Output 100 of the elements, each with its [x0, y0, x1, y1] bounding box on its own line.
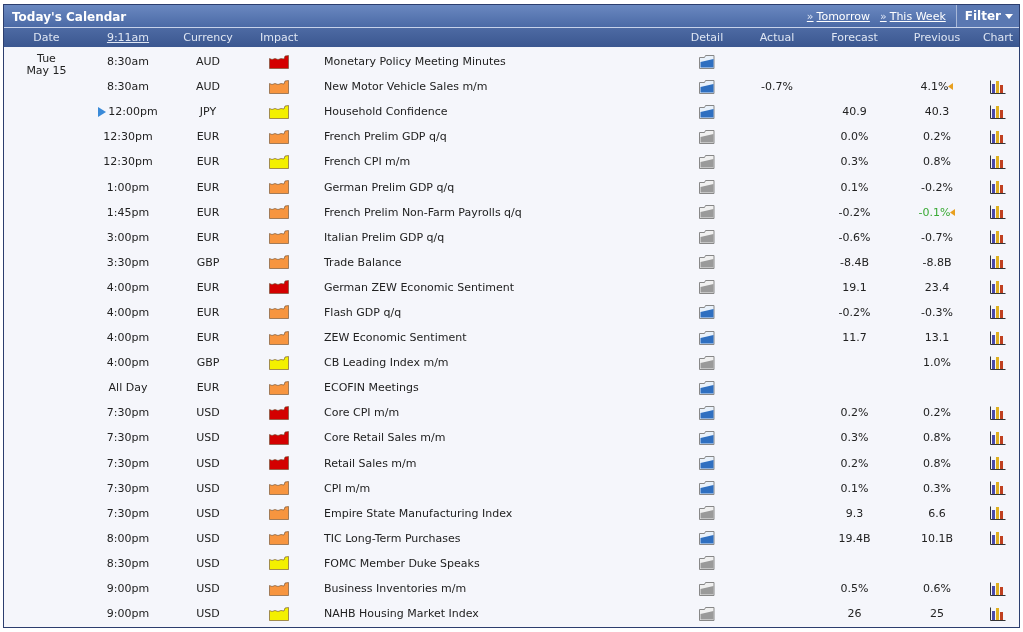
window-title: Today's Calendar	[11, 9, 128, 26]
currency-cell-text: USD	[195, 431, 221, 445]
event-cell-text: FOMC Member Duke Speaks	[323, 556, 481, 570]
column-header: Forecast	[830, 31, 879, 44]
folder-icon[interactable]	[699, 355, 715, 370]
time-link[interactable]: 9:11am	[106, 31, 150, 44]
event-cell-text: ECOFIN Meetings	[323, 381, 420, 395]
bar-chart-icon[interactable]	[990, 581, 1006, 596]
time-cell: 7:30pm	[106, 456, 150, 470]
event-cell-text: Retail Sales m/m	[323, 456, 418, 470]
time-cell: 12:30pm	[103, 130, 153, 144]
forecast-cell-text: 0.1%	[839, 180, 870, 194]
previous-cell: 0.3%	[923, 481, 951, 495]
folder-icon[interactable]	[699, 280, 715, 295]
folder-icon[interactable]	[699, 606, 715, 621]
forecast-cell-text: 0.5%	[839, 582, 870, 595]
impact-icon	[269, 280, 289, 295]
previous-cell: -0.7%	[921, 230, 953, 244]
event-cell-text: ZEW Economic Sentiment	[323, 331, 468, 345]
bar-chart-icon[interactable]	[990, 481, 1006, 496]
forecast-cell-text: 19.4B	[837, 531, 872, 545]
event-cell-text: Flash GDP q/q	[323, 306, 403, 319]
folder-icon[interactable]	[699, 180, 715, 194]
bar-chart-icon[interactable]	[990, 180, 1006, 194]
folder-icon[interactable]	[699, 330, 715, 345]
forecast-cell-text: 0.2%	[839, 456, 870, 470]
nav-link[interactable]: » This Week	[879, 9, 946, 23]
folder-icon[interactable]	[699, 230, 715, 245]
currency-cell-text: GBP	[195, 255, 221, 269]
folder-icon[interactable]	[699, 305, 715, 320]
folder-icon[interactable]	[699, 456, 715, 471]
event-cell-text: Trade Balance	[323, 255, 403, 269]
time-cell: 9:00pm	[106, 582, 150, 595]
folder-icon[interactable]	[699, 506, 715, 521]
bar-chart-icon[interactable]	[990, 531, 1006, 546]
time-cell: 1:45pm	[106, 205, 150, 219]
time-cell: 1:00pm	[106, 180, 150, 194]
impact-icon	[269, 154, 289, 169]
bar-chart-icon[interactable]	[990, 506, 1006, 521]
time-cell: 12:00pm	[108, 105, 158, 119]
nav-link[interactable]: » Tomorrow	[806, 9, 870, 23]
time-cell: 4:00pm	[106, 280, 150, 294]
bar-chart-icon[interactable]	[990, 79, 1006, 94]
currency-cell-text: USD	[195, 582, 221, 595]
impact-icon	[269, 305, 289, 320]
previous-cell: 0.8%	[923, 431, 951, 445]
bar-chart-icon[interactable]	[990, 405, 1006, 420]
bar-chart-icon[interactable]	[990, 280, 1006, 295]
bar-chart-icon[interactable]	[990, 305, 1006, 320]
currency-cell-text: EUR	[195, 180, 221, 194]
bar-chart-icon[interactable]	[990, 255, 1006, 270]
previous-cell: 0.8%	[923, 456, 951, 470]
bar-chart-icon[interactable]	[990, 104, 1006, 119]
event-cell-text: CB Leading Index m/m	[323, 356, 450, 370]
folder-icon[interactable]	[699, 405, 715, 420]
bar-chart-icon[interactable]	[990, 430, 1006, 445]
event-cell-text: Monetary Policy Meeting Minutes	[323, 55, 507, 69]
impact-icon	[269, 330, 289, 345]
folder-icon[interactable]	[699, 380, 715, 395]
previous-cell: 25	[930, 607, 944, 621]
filter-button[interactable]: Filter	[955, 5, 1019, 27]
event-cell-text: New Motor Vehicle Sales m/m	[323, 80, 489, 94]
folder-icon[interactable]	[699, 129, 715, 144]
folder-icon[interactable]	[699, 104, 715, 119]
folder-icon[interactable]	[699, 430, 715, 445]
forecast-cell-text: 26	[846, 607, 863, 621]
bar-chart-icon[interactable]	[990, 355, 1006, 370]
time-cell: 9:00pm	[106, 607, 150, 621]
folder-icon[interactable]	[699, 531, 715, 546]
folder-icon[interactable]	[699, 154, 715, 169]
event-cell-text: German ZEW Economic Sentiment	[323, 280, 515, 294]
folder-icon[interactable]	[699, 581, 715, 596]
event-cell-text: Core CPI m/m	[323, 406, 401, 420]
previous-cell: 0.6%	[923, 582, 951, 595]
currency-cell-text: USD	[195, 406, 221, 420]
folder-icon[interactable]	[699, 54, 715, 69]
impact-icon	[269, 606, 289, 621]
impact-icon	[269, 405, 289, 420]
date-day: May 15	[26, 65, 67, 77]
folder-icon[interactable]	[699, 79, 715, 94]
bar-chart-icon[interactable]	[990, 330, 1006, 345]
bar-chart-icon[interactable]	[990, 129, 1006, 144]
folder-icon[interactable]	[699, 205, 715, 220]
currency-cell-text: USD	[195, 506, 221, 520]
folder-icon[interactable]	[699, 481, 715, 496]
folder-icon[interactable]	[699, 556, 715, 571]
folder-icon[interactable]	[699, 255, 715, 270]
previous-cell: -0.2%	[921, 180, 953, 194]
time-cell: 4:00pm	[106, 306, 150, 319]
currency-cell-text: EUR	[195, 130, 221, 144]
currency-cell-text: AUD	[194, 55, 221, 69]
bar-chart-icon[interactable]	[990, 456, 1006, 471]
actual-cell-text: -0.7%	[760, 80, 794, 94]
forecast-cell-text: -0.6%	[837, 230, 872, 244]
bar-chart-icon[interactable]	[990, 606, 1006, 621]
event-cell-text: Core Retail Sales m/m	[323, 431, 447, 445]
time-cell: 8:30am	[106, 55, 150, 69]
bar-chart-icon[interactable]	[990, 205, 1006, 220]
bar-chart-icon[interactable]	[990, 230, 1006, 245]
bar-chart-icon[interactable]	[990, 154, 1006, 169]
